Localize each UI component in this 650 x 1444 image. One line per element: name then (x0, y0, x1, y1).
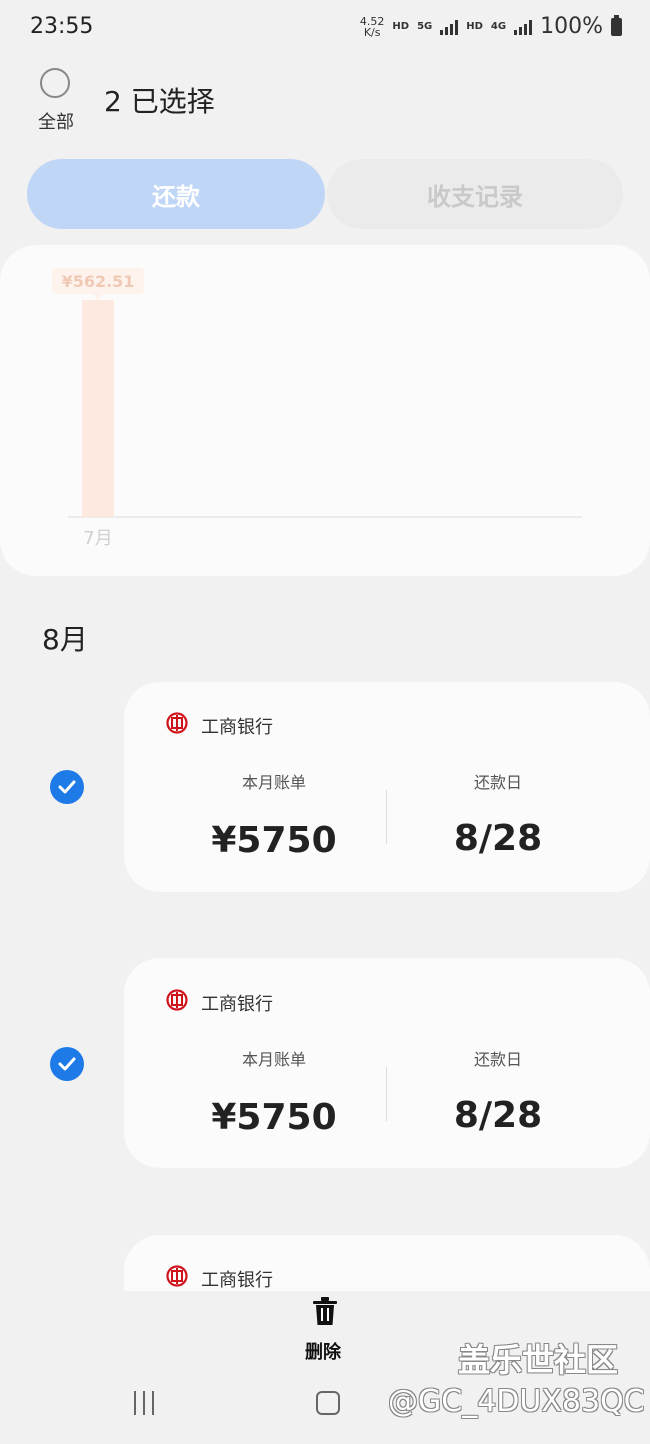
chart-bar[interactable] (82, 300, 114, 517)
recent-apps-button[interactable] (134, 1391, 154, 1415)
4g-indicator: 4G (490, 21, 507, 32)
bank-name: 工商银行 (201, 717, 273, 738)
battery-icon (611, 14, 622, 36)
due-date-value: 8/28 (453, 1095, 543, 1136)
chart-value-label: ¥562.51 (62, 272, 135, 291)
check-icon (58, 780, 76, 794)
card-divider (386, 1067, 387, 1121)
signal-icon-2 (514, 19, 533, 35)
network-speed: 4.52 K/s (360, 16, 385, 38)
bill-amount-label: 本月账单 (241, 773, 306, 792)
hd-indicator: HD (392, 21, 410, 32)
watermark-handle: @GC_4DUX83QC (388, 1384, 645, 1419)
5g-indicator: 5G (417, 21, 433, 32)
bank-name: 工商银行 (201, 1270, 273, 1291)
select-all-checkbox[interactable] (40, 68, 70, 98)
status-icons: 4.52 K/s HD 5G HD 4G 100% (360, 14, 622, 39)
bill-amount-value: ¥5750 (211, 1097, 337, 1138)
check-icon (58, 1057, 76, 1071)
selection-count-title: 2 已选择 (104, 85, 215, 118)
signal-icon (440, 19, 459, 35)
status-time: 23:55 (30, 14, 94, 39)
icbc-logo-icon (166, 989, 188, 1011)
due-date-value: 8/28 (453, 818, 543, 859)
bill-card[interactable]: 工商银行 本月账单 ¥5750 还款日 8/28 (124, 958, 650, 1168)
month-heading: 8月 (42, 623, 88, 656)
icbc-logo-icon (166, 1265, 188, 1287)
tab-repayment[interactable]: 还款 (27, 159, 325, 229)
icbc-logo-icon (166, 712, 188, 734)
bank-name: 工商银行 (201, 994, 273, 1015)
bill-selected-checkbox[interactable] (50, 1047, 84, 1081)
bill-selected-checkbox[interactable] (50, 770, 84, 804)
card-divider (386, 790, 387, 844)
bill-amount-label: 本月账单 (241, 1050, 306, 1069)
watermark-community: 盖乐世社区 (458, 1341, 619, 1379)
battery-percent: 100% (540, 14, 603, 39)
chart-x-tick-label: 7月 (83, 528, 112, 549)
trash-icon[interactable] (312, 1297, 338, 1327)
home-button[interactable] (316, 1391, 340, 1415)
bill-card[interactable]: 工商银行 (124, 1235, 650, 1291)
delete-button[interactable]: 删除 (305, 1338, 341, 1364)
tab-income-expense-records[interactable]: 收支记录 (327, 159, 623, 229)
network-speed-unit: K/s (363, 25, 381, 39)
hd-indicator-2: HD (466, 21, 483, 32)
bill-card[interactable]: 工商银行 本月账单 ¥5750 还款日 8/28 (124, 682, 650, 892)
chart-value-label-pointer (93, 294, 103, 300)
due-date-label: 还款日 (473, 1050, 522, 1069)
bill-amount-value: ¥5750 (211, 820, 337, 861)
select-all-label[interactable]: 全部 (38, 108, 74, 134)
due-date-label: 还款日 (473, 773, 522, 792)
repayment-bar-chart: ¥562.51 7月 (52, 268, 582, 549)
network-speed-value: 4.52 (359, 14, 385, 28)
